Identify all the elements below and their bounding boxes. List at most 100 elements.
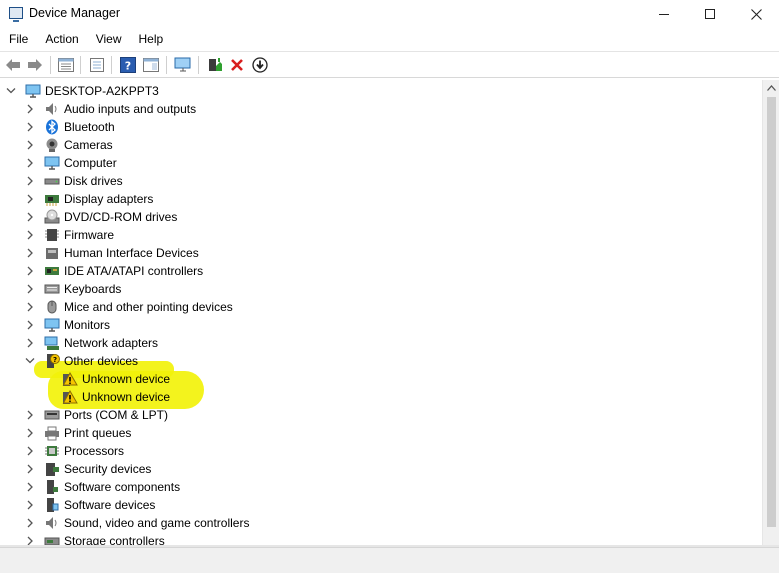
scrollbar-thumb[interactable] [767,97,776,527]
help-button[interactable]: ? [119,56,137,74]
update-driver-icon [209,58,222,71]
tree-category-ports-com-lpt[interactable]: Ports (COM & LPT) [0,406,762,424]
tree-item-label: Disk drives [64,174,123,188]
action-pane-button[interactable] [142,56,160,74]
chevron-right-icon[interactable] [25,103,35,115]
minimize-button[interactable] [641,0,687,28]
tree-item-label: Computer [64,156,117,170]
tree-category-firmware[interactable]: Firmware [0,226,762,244]
menu-view[interactable]: View [87,29,130,50]
chevron-right-icon[interactable] [25,319,35,331]
tree-category-network-adapters[interactable]: Network adapters [0,334,762,352]
scan-hardware-button[interactable] [174,56,192,74]
chevron-down-icon[interactable] [25,355,35,367]
tree-category-security-devices[interactable]: Security devices [0,460,762,478]
show-hide-tree-button[interactable] [88,56,106,74]
chevron-right-icon[interactable] [25,517,35,529]
menu-help[interactable]: Help [130,29,172,50]
chevron-right-icon[interactable] [25,409,35,421]
tree-category-bluetooth[interactable]: Bluetooth [0,118,762,136]
scroll-up-icon[interactable] [767,85,776,91]
close-button[interactable] [733,0,779,28]
tree-category-dvd-cd-rom-drives[interactable]: DVD/CD-ROM drives [0,208,762,226]
tree-category-software-devices[interactable]: Software devices [0,496,762,514]
tree-item-label: Security devices [64,462,152,476]
firmware-icon [44,227,60,243]
properties-list-button[interactable] [57,56,75,74]
maximize-button[interactable] [687,0,733,28]
tree-item-label: Audio inputs and outputs [64,102,197,116]
chevron-right-icon[interactable] [25,301,35,313]
maximize-icon [705,9,715,19]
tree-category-disk-drives[interactable]: Disk drives [0,172,762,190]
camera-icon [44,137,60,153]
close-icon [750,8,762,20]
tree-item-label: Software devices [64,498,156,512]
tree-category-keyboards[interactable]: Keyboards [0,280,762,298]
chevron-right-icon[interactable] [25,175,35,187]
back-button[interactable] [4,56,22,74]
tree-category-mice-and-other-pointing-devices[interactable]: Mice and other pointing devices [0,298,762,316]
device-tree: DESKTOP-A2KPPT3 Audio inputs and outputs… [0,80,762,545]
chevron-right-icon[interactable] [25,481,35,493]
tree-category-display-adapters[interactable]: Display adapters [0,190,762,208]
status-bar [0,547,779,573]
tree-category-print-queues[interactable]: Print queues [0,424,762,442]
tree-root[interactable]: DESKTOP-A2KPPT3 [0,82,762,100]
properties-list-icon [58,58,74,72]
tree-category-monitors[interactable]: Monitors [0,316,762,334]
tree-category-cameras[interactable]: Cameras [0,136,762,154]
chevron-right-icon[interactable] [25,499,35,511]
chevron-right-icon[interactable] [25,193,35,205]
tree-item-label: Processors [64,444,125,458]
tree-item-label: Bluetooth [64,120,115,134]
toolbar-separator [50,56,51,74]
tree-category-processors[interactable]: Processors [0,442,762,460]
tree-category-human-interface-devices[interactable]: Human Interface Devices [0,244,762,262]
chevron-right-icon[interactable] [25,283,35,295]
tree-category-ide-ata-atapi-controllers[interactable]: IDE ATA/ATAPI controllers [0,262,762,280]
show-hide-tree-icon [90,58,104,72]
menu-bar: File Action View Help [0,29,779,50]
ide-controller-icon [44,263,60,279]
tree-category-computer[interactable]: Computer [0,154,762,172]
update-driver-button[interactable] [206,56,224,74]
toolbar-separator [111,56,112,74]
chevron-right-icon[interactable] [25,229,35,241]
download-driver-button[interactable] [251,56,269,74]
chevron-right-icon[interactable] [25,139,35,151]
chevron-right-icon[interactable] [25,211,35,223]
tree-device-unknown-device[interactable]: Unknown device [0,370,762,388]
chevron-right-icon[interactable] [25,157,35,169]
tree-item-label: Cameras [64,138,113,152]
uninstall-device-button[interactable] [228,56,246,74]
vertical-scrollbar[interactable] [762,80,779,545]
chevron-right-icon[interactable] [25,265,35,277]
tree-item-label: Unknown device [82,372,171,386]
menu-file[interactable]: File [0,29,36,50]
svg-text:?: ? [53,356,57,364]
chevron-right-icon[interactable] [25,535,35,545]
device-manager-app-icon [9,7,23,22]
chevron-right-icon[interactable] [25,337,35,349]
software-device-icon [44,497,60,513]
tree-item-label: IDE ATA/ATAPI controllers [64,264,204,278]
help-icon: ? [120,57,136,73]
toolbar-separator [198,56,199,74]
tree-category-other-devices[interactable]: ? Other devices [0,352,762,370]
forward-button[interactable] [26,56,44,74]
tree-category-sound-video-and-game-controllers[interactable]: Sound, video and game controllers [0,514,762,532]
tree-item-label: Firmware [64,228,114,242]
tree-category-software-components[interactable]: Software components [0,478,762,496]
chevron-right-icon[interactable] [25,445,35,457]
tree-device-unknown-device[interactable]: Unknown device [0,388,762,406]
menu-action[interactable]: Action [36,29,86,50]
chevron-right-icon[interactable] [25,463,35,475]
tree-category-storage-controllers[interactable]: Storage controllers [0,532,762,545]
tree-category-audio-inputs-and-outputs[interactable]: Audio inputs and outputs [0,100,762,118]
chevron-down-icon[interactable] [6,85,16,97]
chevron-right-icon[interactable] [25,121,35,133]
chevron-right-icon[interactable] [25,247,35,259]
toolbar-separator [166,56,167,74]
chevron-right-icon[interactable] [25,427,35,439]
